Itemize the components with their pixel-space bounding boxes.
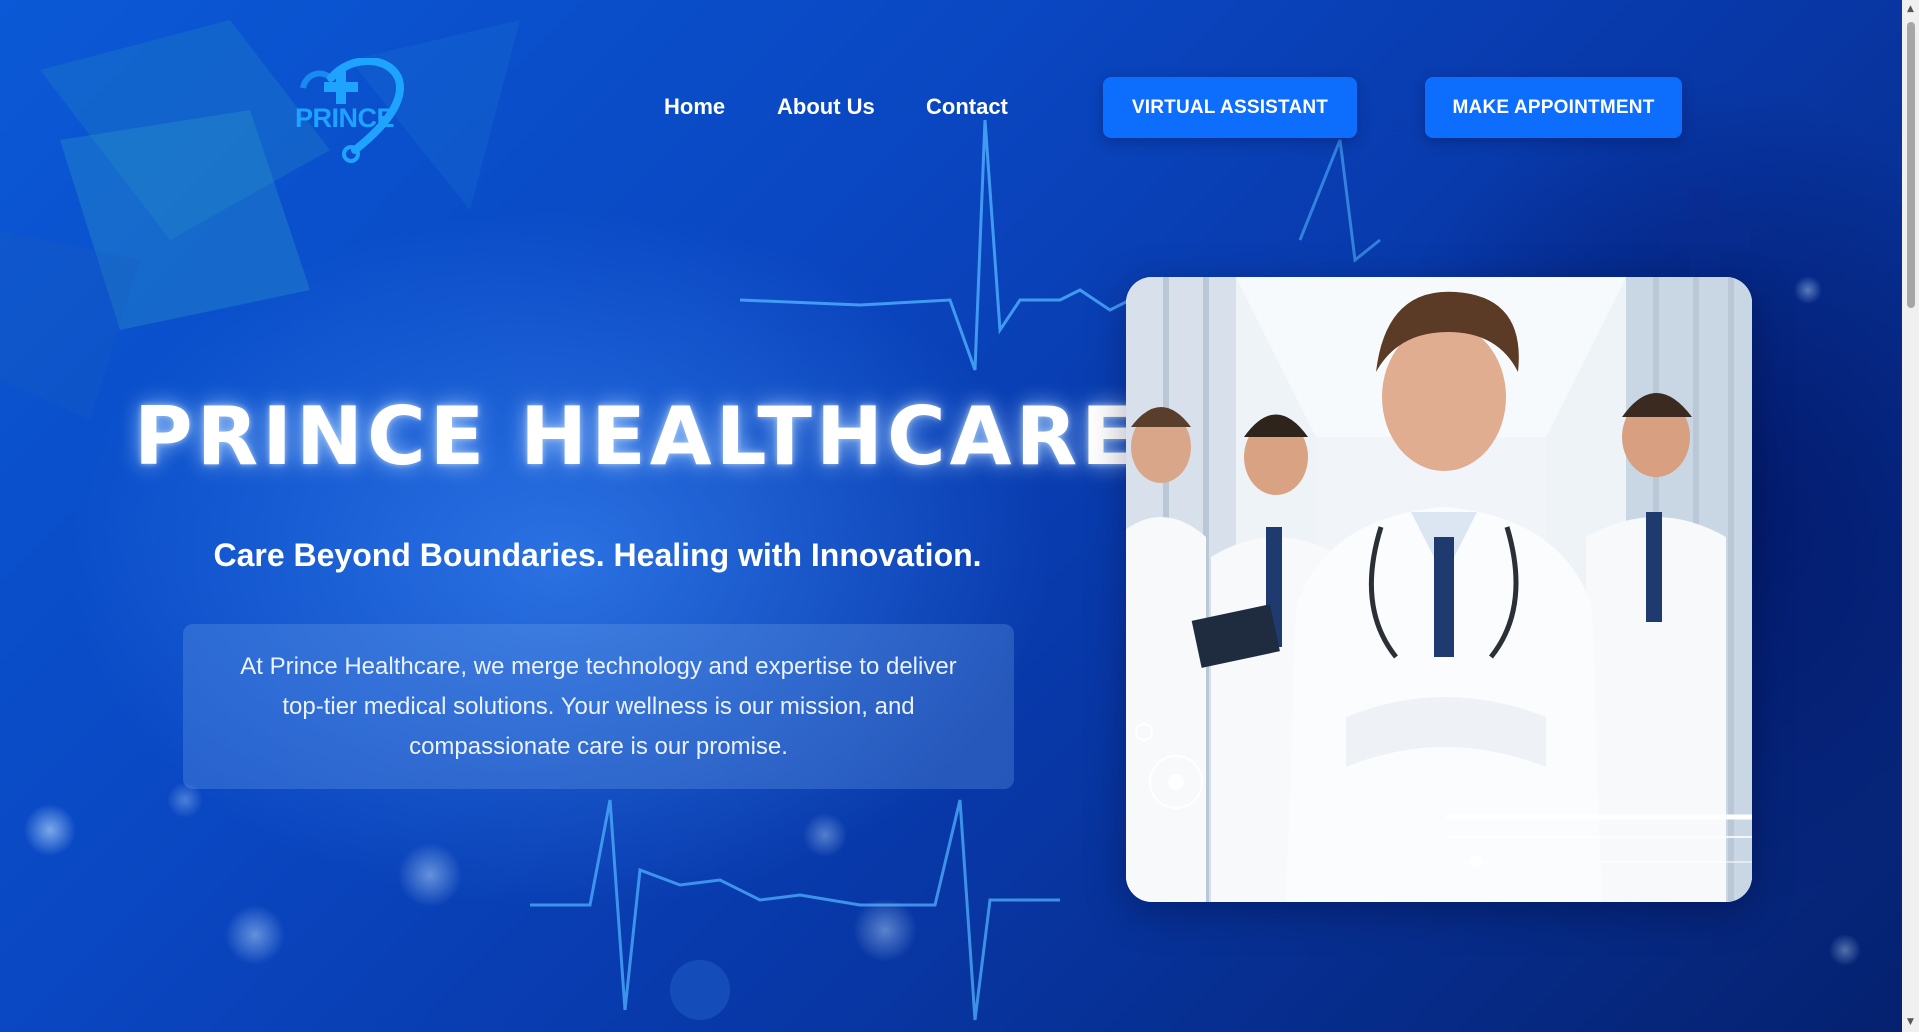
heartbeat-line — [739, 119, 1131, 371]
background-shard — [0, 230, 140, 420]
prince-logo[interactable]: PRINCE — [291, 57, 409, 164]
bokeh-light — [398, 843, 462, 907]
make-appointment-button[interactable]: MAKE APPOINTMENT — [1425, 77, 1682, 138]
hero-description-box: At Prince Healthcare, we merge technolog… — [183, 624, 1014, 789]
background-cross-icon — [1660, 190, 1750, 280]
logo-text: PRINCE — [295, 103, 395, 133]
scroll-down-arrow-icon[interactable]: ▼ — [1905, 1016, 1916, 1028]
bokeh-light — [670, 960, 730, 1020]
page-scrollbar[interactable]: ▲ ▼ — [1902, 0, 1919, 1032]
bokeh-light — [803, 813, 847, 857]
heartbeat-line — [530, 799, 1060, 1021]
bokeh-light — [853, 898, 917, 962]
bokeh-light — [24, 804, 76, 856]
bokeh-light — [1829, 934, 1861, 966]
hero-section: PRINCE Home About Us Contact VIRTUAL ASS… — [0, 0, 1902, 1032]
virtual-assistant-button[interactable]: VIRTUAL ASSISTANT — [1103, 77, 1357, 138]
scroll-up-arrow-icon[interactable]: ▲ — [1905, 3, 1916, 15]
scrollbar-thumb[interactable] — [1907, 22, 1915, 308]
hero-description: At Prince Healthcare, we merge technolog… — [240, 652, 957, 760]
nav-home-link[interactable]: Home — [664, 94, 725, 120]
heartbeat-line — [1298, 139, 1381, 263]
nav-contact-link[interactable]: Contact — [926, 94, 1008, 120]
nav-about-link[interactable]: About Us — [777, 94, 875, 120]
team-of-smiling-doctors-photo — [1126, 277, 1752, 902]
bokeh-light — [225, 905, 285, 965]
hero-title: PRINCE HEALTHCARE — [134, 390, 1140, 483]
bokeh-light — [1794, 276, 1822, 304]
hero-tagline: Care Beyond Boundaries. Healing with Inn… — [213, 537, 982, 573]
doctors-illustration — [1126, 277, 1752, 902]
